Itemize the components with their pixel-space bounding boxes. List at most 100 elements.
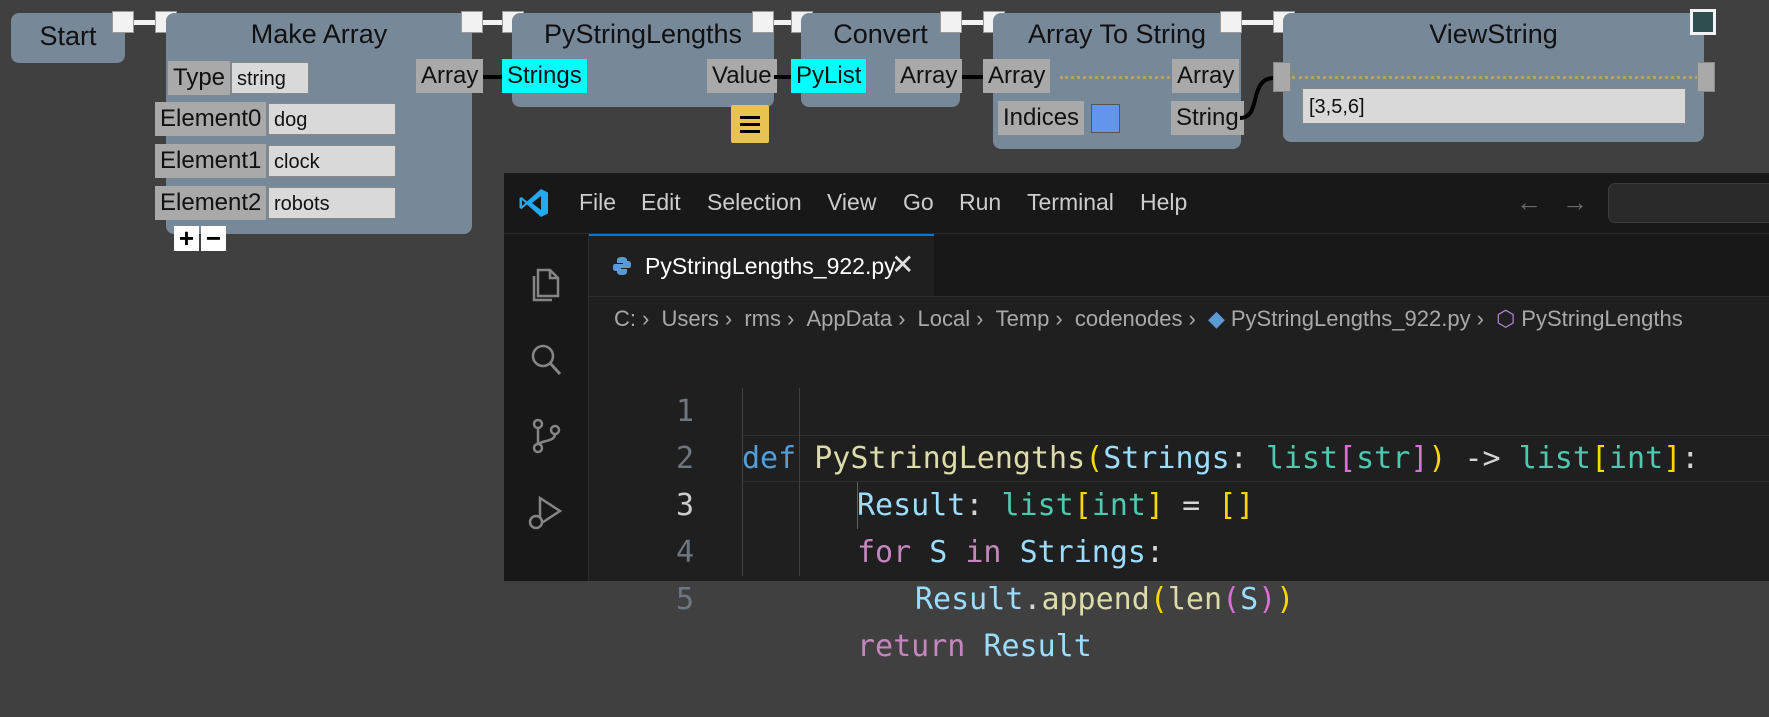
- menu-help[interactable]: Help: [1140, 189, 1187, 216]
- menu-bar: File Edit Selection View Go Run Terminal…: [504, 173, 1769, 234]
- symbol-class-icon: ⬡: [1496, 306, 1516, 331]
- exec-out-port[interactable]: [940, 11, 962, 33]
- code-line: 1 def PyStringLengths(Strings: list[str]…: [589, 341, 1769, 476]
- chevron-right-icon: ›: [976, 306, 984, 331]
- tab-label: PyStringLengths_922.py: [645, 253, 896, 279]
- menu-run[interactable]: Run: [959, 189, 1001, 216]
- string-input-port[interactable]: [1273, 62, 1291, 92]
- chevron-right-icon: ›: [642, 306, 650, 331]
- vscode-logo-icon: [519, 189, 548, 217]
- value-output-port[interactable]: Value: [707, 59, 777, 93]
- breadcrumb-item[interactable]: Local: [918, 297, 971, 341]
- type-label: Type: [168, 61, 231, 95]
- element-label: Element1: [155, 144, 267, 178]
- activity-bar: [504, 234, 589, 581]
- chevron-right-icon: ›: [1188, 306, 1196, 331]
- line-number: 5: [675, 582, 694, 617]
- chevron-right-icon: ›: [724, 306, 733, 331]
- code-line: 5 return Result: [589, 529, 1769, 664]
- node-title: Start: [39, 21, 97, 51]
- exec-wire: [774, 20, 792, 25]
- array-output-port[interactable]: Array: [895, 59, 963, 93]
- source-control-icon[interactable]: [524, 414, 568, 458]
- vscode-window: File Edit Selection View Go Run Terminal…: [504, 173, 1769, 664]
- element-label: Element2: [155, 186, 267, 220]
- breadcrumb-item[interactable]: rms: [744, 297, 781, 341]
- chevron-right-icon: ›: [898, 306, 906, 331]
- array-input-port[interactable]: Array: [983, 59, 1051, 93]
- indices-color-swatch[interactable]: [1091, 104, 1120, 133]
- data-wire: [483, 75, 503, 79]
- chevron-right-icon: ›: [1055, 306, 1063, 331]
- exec-wire: [962, 20, 985, 25]
- strings-input-port[interactable]: Strings: [502, 59, 587, 93]
- breadcrumb-item[interactable]: Temp: [996, 297, 1050, 341]
- toggle-view-checkbox[interactable]: [1690, 9, 1716, 35]
- exec-out-port[interactable]: [752, 11, 774, 33]
- breadcrumb-item[interactable]: C:: [614, 297, 636, 341]
- code-editor[interactable]: 1 def PyStringLengths(Strings: list[str]…: [589, 341, 1769, 664]
- exec-wire: [483, 20, 502, 25]
- exec-out-port[interactable]: [1220, 11, 1242, 33]
- exec-out-port[interactable]: [461, 11, 483, 33]
- editor-tab-bar: PyStringLengths_922.py ✕: [589, 234, 1769, 297]
- code-text: return Result: [857, 629, 1092, 664]
- exec-wire: [134, 20, 156, 25]
- breadcrumb-item[interactable]: codenodes: [1075, 297, 1183, 341]
- code-text: Result.append(len(S)): [915, 582, 1295, 617]
- exec-out-port[interactable]: [112, 11, 134, 33]
- node-title: Array To String: [1027, 19, 1207, 49]
- node-title: Convert: [833, 19, 928, 49]
- python-file-icon: [613, 257, 631, 275]
- indices-label: Indices: [998, 101, 1085, 135]
- type-field[interactable]: string: [231, 62, 309, 94]
- array-output-port[interactable]: Array: [1172, 59, 1240, 93]
- string-output-port[interactable]: String: [1171, 101, 1244, 135]
- python-file-icon: ◆: [1207, 306, 1225, 331]
- tab-active-file[interactable]: PyStringLengths_922.py ✕: [589, 234, 934, 296]
- menu-icon[interactable]: [731, 105, 769, 143]
- view-string-value: [3,5,6]: [1302, 88, 1686, 124]
- data-wire: [962, 75, 985, 79]
- code-line: 3 for S in Strings:: [589, 435, 1769, 570]
- element-field[interactable]: clock: [268, 145, 396, 177]
- back-arrow-icon[interactable]: ←: [1516, 187, 1542, 218]
- passthrough-line: [1060, 76, 1176, 79]
- add-element-button[interactable]: +: [174, 225, 199, 251]
- code-line: 2 Result: list[int] = []: [589, 388, 1769, 523]
- breadcrumb-item[interactable]: PyStringLengths_922.py: [1231, 297, 1471, 341]
- node-title: Make Array: [250, 19, 388, 49]
- remove-element-button[interactable]: −: [201, 225, 226, 251]
- element-label: Element0: [155, 102, 267, 136]
- run-debug-icon[interactable]: [524, 490, 568, 534]
- menu-edit[interactable]: Edit: [641, 189, 681, 216]
- close-icon[interactable]: ✕: [891, 248, 914, 281]
- forward-arrow-icon[interactable]: →: [1562, 187, 1588, 218]
- menu-terminal[interactable]: Terminal: [1027, 189, 1114, 216]
- explorer-icon[interactable]: [524, 262, 568, 306]
- exec-wire: [1242, 20, 1273, 25]
- menu-go[interactable]: Go: [903, 189, 934, 216]
- breadcrumb-item[interactable]: Users: [661, 297, 718, 341]
- start-node[interactable]: Start: [11, 13, 125, 63]
- code-line: 4 Result.append(len(S)): [589, 482, 1769, 617]
- passthrough-line: [1292, 76, 1704, 79]
- chevron-right-icon: ›: [1476, 306, 1484, 331]
- data-wire: [774, 75, 792, 79]
- element-field[interactable]: robots: [268, 187, 396, 219]
- chevron-right-icon: ›: [787, 306, 795, 331]
- element-field[interactable]: dog: [268, 103, 396, 135]
- menu-view[interactable]: View: [827, 189, 876, 216]
- breadcrumb: C: › Users › rms › AppData › Local › Temp › co…: [614, 297, 1683, 341]
- pylist-input-port[interactable]: PyList: [791, 59, 867, 93]
- breadcrumb-item[interactable]: PyStringLengths: [1521, 297, 1682, 341]
- menu-selection[interactable]: Selection: [707, 189, 802, 216]
- node-title: PyStringLengths: [543, 19, 743, 49]
- node-title: ViewString: [1429, 19, 1558, 49]
- breadcrumb-item[interactable]: AppData: [806, 297, 892, 341]
- search-icon[interactable]: [524, 338, 568, 382]
- array-output-port[interactable]: Array: [416, 59, 484, 93]
- command-center-search[interactable]: [1608, 183, 1769, 223]
- menu-file[interactable]: File: [579, 189, 616, 216]
- passthrough-output-port[interactable]: [1697, 62, 1715, 92]
